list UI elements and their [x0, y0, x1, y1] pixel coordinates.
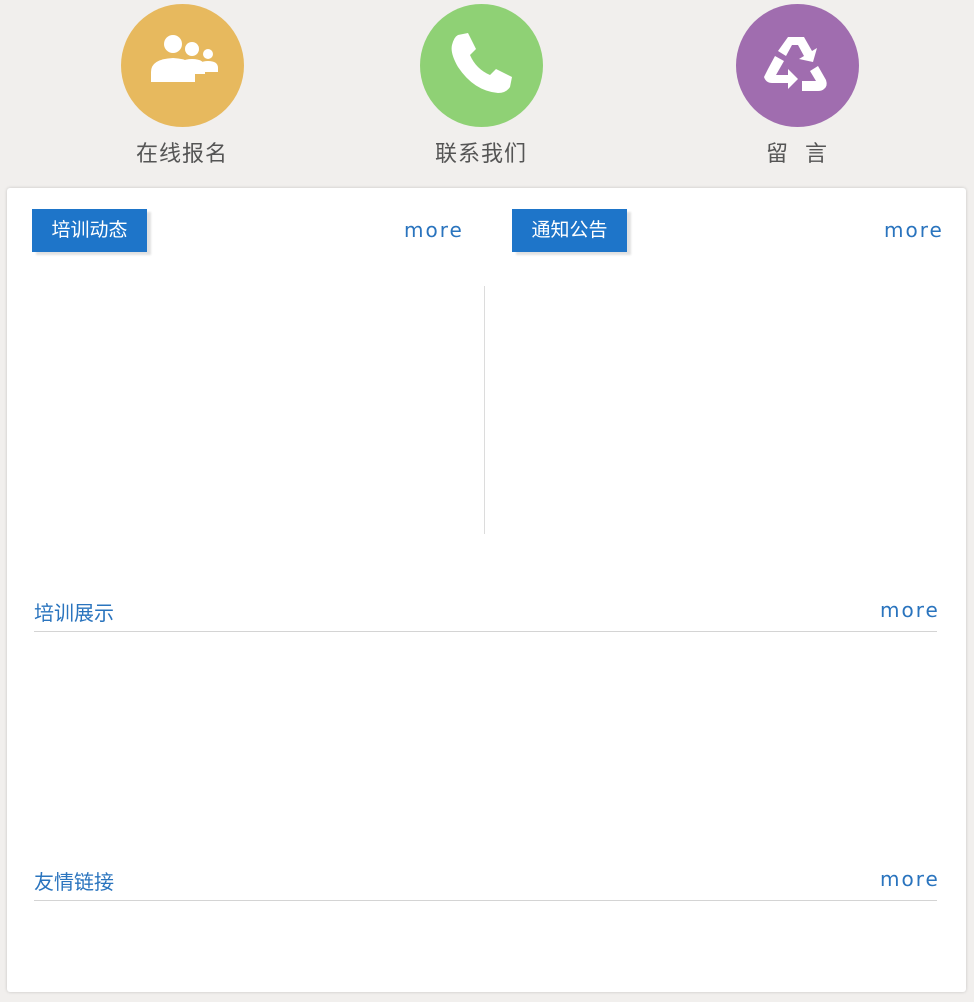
- quick-link-label: 在线报名: [135, 142, 228, 167]
- quick-link-label: 联系我们: [434, 142, 527, 167]
- training-showcase-more-link[interactable]: more: [880, 598, 940, 622]
- leave-message-link[interactable]: 留 言: [717, 4, 877, 168]
- training-news-more-link[interactable]: more: [404, 218, 464, 242]
- training-news-list: [32, 268, 472, 538]
- quick-links-bar: 在线报名 联系我们 留 言: [0, 0, 974, 188]
- phone-icon: [446, 29, 516, 103]
- contact-us-link[interactable]: 联系我们: [401, 4, 561, 168]
- training-showcase-title: 培训展示: [34, 601, 114, 625]
- registration-circle[interactable]: [120, 4, 244, 127]
- friend-links-content: [34, 903, 937, 983]
- friend-links-title: 友情链接: [34, 870, 114, 894]
- friend-links-more-link[interactable]: more: [880, 867, 940, 891]
- contact-circle[interactable]: [419, 4, 543, 127]
- training-news-title: 培训动态: [32, 209, 147, 252]
- notices-title: 通知公告: [512, 209, 627, 252]
- notices-more-link[interactable]: more: [884, 218, 944, 242]
- online-registration-link[interactable]: 在线报名: [102, 4, 262, 168]
- recycle-icon: [762, 29, 832, 103]
- column-divider: [484, 286, 485, 534]
- section-divider: [34, 900, 937, 901]
- notices-list: [512, 268, 942, 538]
- training-showcase-content: [34, 634, 937, 854]
- users-icon: [142, 34, 222, 98]
- quick-link-label: 留 言: [766, 142, 828, 167]
- message-circle[interactable]: [735, 4, 859, 127]
- content-panel: 培训动态 more 通知公告 more 培训展示 more 友情链接 more: [7, 188, 966, 992]
- section-divider: [34, 631, 937, 632]
